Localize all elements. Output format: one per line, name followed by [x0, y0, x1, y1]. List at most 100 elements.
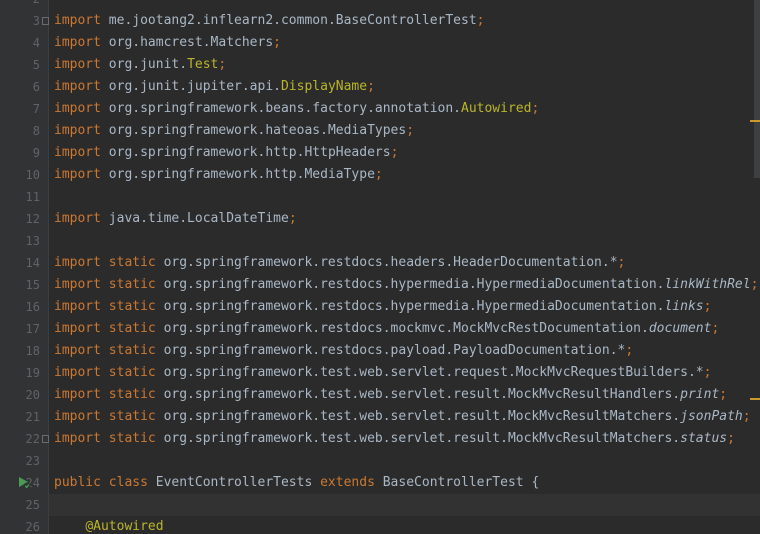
line-number: 15: [25, 278, 40, 292]
code-line[interactable]: 4 import org.hamcrest.Matchers;: [33, 32, 760, 54]
run-test-icon[interactable]: [16, 475, 32, 491]
code-token: import static: [54, 255, 156, 270]
code-token: ;: [703, 365, 712, 380]
code-text: import static org.springframework.test.w…: [54, 428, 735, 450]
code-token: ;: [750, 277, 759, 292]
code-line[interactable]: 13: [26, 230, 760, 252]
code-token: import: [54, 167, 101, 182]
code-token: me.jootang2.inflearn2.common.BaseControl…: [100, 13, 477, 28]
line-number: 26: [25, 520, 40, 534]
code-token: ;: [625, 343, 634, 358]
code-line[interactable]: 21 import static org.springframework.test…: [26, 406, 760, 428]
code-token: ;: [742, 409, 751, 424]
code-text: import static org.springframework.restdo…: [54, 296, 711, 318]
code-line[interactable]: 22 import static org.springframework.test…: [26, 428, 760, 450]
line-number: 23: [25, 454, 40, 468]
code-text: import org.junit.jupiter.api.DisplayName…: [54, 76, 375, 98]
code-text: import static org.springframework.restdo…: [54, 340, 633, 362]
code-line[interactable]: 14 import static org.springframework.rest…: [26, 252, 760, 274]
code-token: import static: [54, 365, 156, 380]
code-line[interactable]: 7 import org.springframework.beans.factor…: [33, 98, 760, 120]
code-line[interactable]: 19 import static org.springframework.test…: [26, 362, 760, 384]
code-line[interactable]: 15 import static org.springframework.rest…: [26, 274, 760, 296]
warning-marker[interactable]: [750, 398, 760, 400]
code-token: ;: [711, 321, 720, 336]
code-token: org.springframework.test.web.servlet.res…: [155, 387, 681, 402]
code-token: ;: [703, 299, 712, 314]
code-text: import static org.springframework.test.w…: [54, 406, 751, 428]
line-number: 19: [25, 366, 40, 380]
code-token: ;: [218, 57, 227, 72]
code-token: org.junit.jupiter.api.: [100, 79, 281, 94]
code-token: Autowired: [461, 101, 532, 116]
line-number: 21: [25, 410, 40, 424]
code-line[interactable]: 5 import org.junit.Test;: [33, 54, 760, 76]
code-token: import: [54, 35, 101, 50]
line-number: 2: [0, 0, 40, 10]
code-token: org.springframework.restdocs.hypermedia.…: [155, 299, 665, 314]
line-number: 5: [32, 58, 40, 72]
code-line[interactable]: 6 import org.junit.jupiter.api.DisplayNam…: [33, 76, 760, 98]
code-token: org.hamcrest.Matchers: [100, 35, 274, 50]
code-token: ;: [727, 431, 735, 446]
code-text: import org.springframework.beans.factory…: [54, 98, 539, 120]
code-text: import me.jootang2.inflearn2.common.Base…: [54, 10, 484, 32]
code-editor[interactable]: 23import me.jootang2.inflearn2.common.Ba…: [0, 0, 760, 534]
code-token: import: [54, 145, 101, 160]
code-text: import java.time.LocalDateTime;: [54, 208, 297, 230]
code-area[interactable]: 23import me.jootang2.inflearn2.common.Ba…: [19, 0, 760, 534]
line-number: 7: [32, 102, 40, 116]
code-token: org.springframework.test.web.servlet.res…: [155, 431, 681, 446]
code-token: links: [664, 299, 704, 314]
code-line[interactable]: 17 import static org.springframework.rest…: [26, 318, 760, 340]
code-token: extends: [320, 475, 375, 490]
line-number: 4: [32, 36, 40, 50]
code-text: import static org.springframework.restdo…: [54, 252, 625, 274]
line-number: 17: [25, 322, 40, 336]
code-line[interactable]: 12 import java.time.LocalDateTime;: [26, 208, 760, 230]
code-token: Test: [187, 57, 219, 72]
code-token: org.springframework.restdocs.hypermedia.…: [155, 277, 665, 292]
code-line[interactable]: 16 import static org.springframework.rest…: [26, 296, 760, 318]
code-token: org.springframework.test.web.servlet.req…: [155, 365, 704, 380]
code-line[interactable]: 11: [26, 186, 760, 208]
code-line[interactable]: 8 import org.springframework.hateoas.Medi…: [33, 120, 760, 142]
code-token: ;: [719, 387, 728, 402]
code-text: import static org.springframework.test.w…: [54, 384, 727, 406]
vertical-scrollbar-thumb[interactable]: [754, 0, 760, 178]
line-number: 13: [25, 234, 40, 248]
code-line[interactable]: 24 public class EventControllerTests exte…: [19, 472, 760, 494]
code-line[interactable]: 26 @Autowired: [26, 516, 760, 534]
code-token: import static: [54, 409, 156, 424]
code-token: DisplayName: [280, 79, 368, 94]
code-token: import static: [54, 299, 156, 314]
code-line[interactable]: 18 import static org.springframework.rest…: [26, 340, 760, 362]
code-token: import: [54, 79, 101, 94]
code-token: ;: [531, 101, 540, 116]
line-number: 22: [25, 432, 40, 446]
code-line[interactable]: 20 import static org.springframework.test…: [26, 384, 760, 406]
code-line[interactable]: 3 import me.jootang2.inflearn2.common.Bas…: [33, 10, 760, 32]
code-text: import static org.springframework.restdo…: [54, 274, 758, 296]
fold-toggle-icon[interactable]: [42, 435, 49, 443]
line-number: 10: [25, 168, 40, 182]
fold-toggle-icon[interactable]: [42, 17, 49, 25]
code-line[interactable]: 23: [26, 450, 760, 472]
code-text: public class EventControllerTests extend…: [54, 472, 539, 494]
code-line[interactable]: 2: [33, 0, 760, 10]
line-number: 16: [25, 300, 40, 314]
code-line[interactable]: 25: [26, 494, 760, 516]
code-token: jsonPath: [680, 409, 743, 424]
code-token: BaseControllerTest {: [374, 475, 540, 490]
code-token: @Autowired: [85, 519, 164, 534]
code-token: org.springframework.restdocs.payload.Pay…: [155, 343, 626, 358]
line-number: 12: [25, 212, 40, 226]
code-line[interactable]: 10 import org.springframework.http.MediaT…: [26, 164, 760, 186]
code-token: ;: [390, 145, 399, 160]
code-text: import static org.springframework.restdo…: [54, 318, 719, 340]
code-token: org.springframework.http.HttpHeaders: [100, 145, 391, 160]
code-text: @Autowired: [54, 516, 164, 534]
code-line[interactable]: 9 import org.springframework.http.HttpHea…: [33, 142, 760, 164]
code-token: org.junit.: [100, 57, 188, 72]
warning-marker[interactable]: [750, 120, 760, 122]
